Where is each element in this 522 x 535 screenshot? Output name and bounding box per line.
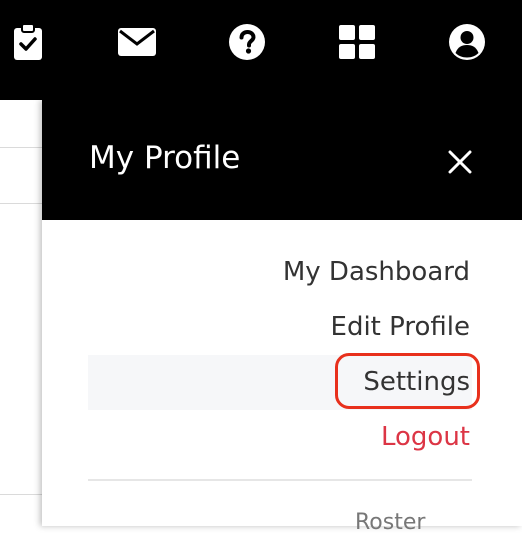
menu-item-partial[interactable]: Roster bbox=[355, 510, 425, 535]
close-button[interactable] bbox=[442, 144, 478, 180]
clipboard-check-icon[interactable] bbox=[8, 22, 48, 62]
menu-item-logout[interactable]: Logout bbox=[88, 410, 472, 465]
question-circle-icon[interactable] bbox=[227, 22, 267, 62]
close-icon bbox=[448, 150, 472, 174]
divider bbox=[0, 147, 42, 148]
menu-item-settings-label: Settings bbox=[363, 367, 470, 397]
user-circle-icon[interactable] bbox=[447, 22, 487, 62]
menu-item-edit-profile[interactable]: Edit Profile bbox=[88, 300, 472, 355]
menu-divider bbox=[88, 479, 472, 481]
menu-item-settings[interactable]: Settings bbox=[88, 353, 480, 410]
background-page bbox=[0, 100, 42, 526]
grid-icon[interactable] bbox=[337, 22, 377, 62]
divider bbox=[0, 203, 42, 204]
panel-title: My Profile bbox=[89, 140, 241, 176]
divider bbox=[0, 494, 42, 495]
panel-header: My Profile bbox=[42, 100, 522, 220]
profile-panel: My Profile My Dashboard Edit Profile Set… bbox=[42, 100, 522, 526]
envelope-icon[interactable] bbox=[117, 22, 157, 62]
menu-item-my-dashboard[interactable]: My Dashboard bbox=[88, 245, 472, 300]
top-nav-bar bbox=[0, 0, 522, 100]
